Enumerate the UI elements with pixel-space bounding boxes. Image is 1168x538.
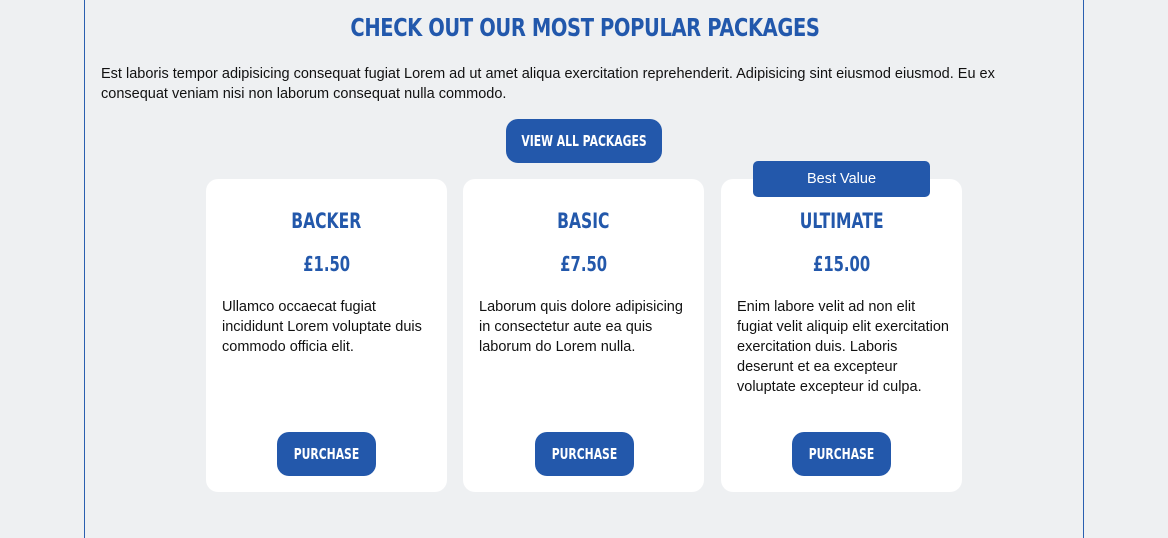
purchase-label: Purchase <box>808 445 875 463</box>
package-price: £7.50 <box>560 252 607 276</box>
package-name: Ultimate <box>799 209 884 233</box>
view-all-packages-button[interactable]: View all packages <box>506 119 662 163</box>
purchase-button-ultimate[interactable]: Purchase <box>792 432 891 476</box>
package-card-ultimate: Best Value Ultimate £15.00 Enim labore v… <box>721 161 962 492</box>
best-value-badge: Best Value <box>753 161 930 197</box>
purchase-label: Purchase <box>551 445 618 463</box>
section-intro: Est laboris tempor adipisicing consequat… <box>101 66 995 102</box>
package-description: Laborum quis dolore adipisicing in conse… <box>479 299 683 355</box>
purchase-button-backer[interactable]: Purchase <box>277 432 376 476</box>
purchase-label: Purchase <box>293 445 360 463</box>
package-name: Backer <box>291 209 362 233</box>
package-price: £15.00 <box>812 252 871 276</box>
package-card-basic: Basic £7.50 Laborum quis dolore adipisic… <box>463 179 704 492</box>
package-price: £1.50 <box>303 252 350 276</box>
section-title: Check out our most popular packages <box>350 13 820 42</box>
purchase-button-basic[interactable]: Purchase <box>535 432 634 476</box>
package-description: Ullamco occaecat fugiat incididunt Lorem… <box>222 299 422 355</box>
packages-section: Check out our most popular packages Est … <box>84 0 1084 538</box>
package-card-backer: Backer £1.50 Ullamco occaecat fugiat inc… <box>206 179 447 492</box>
view-all-packages-label: View all packages <box>521 132 647 150</box>
package-name: Basic <box>557 209 610 233</box>
package-description: Enim labore velit ad non elit fugiat vel… <box>737 299 949 395</box>
